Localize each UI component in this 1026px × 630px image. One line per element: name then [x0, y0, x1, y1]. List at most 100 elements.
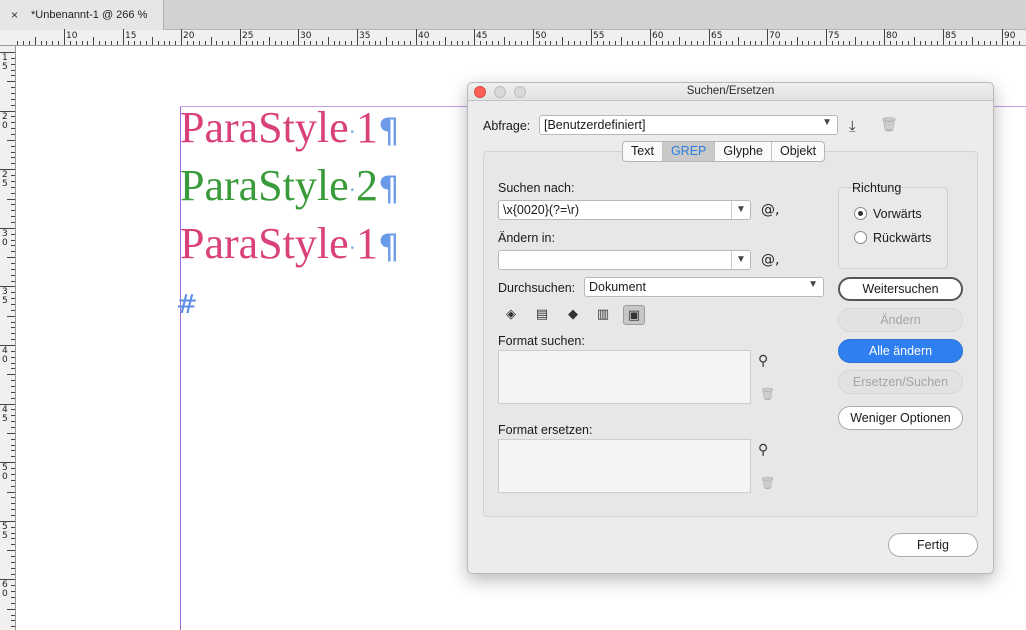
- delete-query-icon[interactable]: 🗑: [880, 117, 898, 133]
- ruler-tick: [11, 281, 15, 282]
- document-tab[interactable]: × *Unbenannt-1 @ 266 %: [0, 0, 164, 30]
- include-master-pages-icon[interactable]: ▥: [592, 305, 614, 325]
- chevron-down-icon[interactable]: ▼: [731, 251, 750, 269]
- include-hidden-layers-icon[interactable]: ◆: [562, 305, 584, 325]
- radio-backward-label[interactable]: Rückwärts: [873, 231, 931, 245]
- ruler-label: 3 5: [2, 287, 8, 306]
- done-button[interactable]: Fertig: [888, 533, 978, 557]
- ruler-tick: [11, 503, 15, 504]
- ruler-tick: [11, 351, 15, 352]
- text-line-1[interactable]: ParaStyle·1¶: [180, 103, 400, 157]
- fewer-options-button[interactable]: Weniger Optionen: [838, 406, 963, 430]
- find-type-tabs: Text GREP Glyphe Objekt: [622, 141, 826, 162]
- document-tab-title: *Unbenannt-1 @ 266 %: [31, 9, 148, 21]
- radio-forward[interactable]: [854, 207, 867, 220]
- ruler-tick: [11, 415, 15, 416]
- ruler-tick: [252, 41, 253, 45]
- special-characters-find-icon[interactable]: @,: [761, 202, 779, 218]
- ruler-label: 20: [183, 31, 195, 41]
- tab-object[interactable]: Objekt: [772, 142, 824, 161]
- dialog-titlebar[interactable]: Suchen/Ersetzen: [468, 83, 993, 101]
- direction-label: Richtung: [852, 181, 902, 195]
- ruler-label: 40: [418, 31, 430, 41]
- include-locked-layers-icon[interactable]: ◈: [500, 305, 522, 325]
- change-to-field[interactable]: ▼: [498, 250, 751, 270]
- search-scope-select[interactable]: Dokument ▼: [584, 277, 824, 297]
- ruler-tick: [11, 509, 15, 510]
- ruler-tick: [269, 37, 270, 45]
- ruler-tick: [586, 41, 587, 45]
- text-line-3[interactable]: ParaStyle·1¶: [180, 219, 400, 273]
- ruler-tick: [11, 515, 15, 516]
- change-find-button[interactable]: Ersetzen/Suchen: [838, 370, 963, 394]
- ruler-tick: [11, 626, 15, 627]
- vertical-ruler[interactable]: 1 5 2 0 2 5 3 0 3 5 4 0 4 5 5 0 5 5 6 0: [0, 46, 16, 630]
- ruler-tick: [785, 41, 786, 45]
- ruler-tick: [345, 41, 346, 45]
- change-button[interactable]: Ändern: [838, 308, 963, 332]
- line-number: 1: [355, 103, 378, 152]
- ruler-tick: [7, 433, 15, 434]
- ruler-label: 10: [66, 31, 78, 41]
- include-locked-stories-icon[interactable]: ▤: [531, 305, 553, 325]
- radio-backward[interactable]: [854, 231, 867, 244]
- ruler-tick: [11, 322, 15, 323]
- query-select[interactable]: [Benutzerdefiniert] ▼: [539, 115, 838, 135]
- ruler-label: 3 0: [2, 229, 8, 248]
- ruler-tick: [11, 427, 15, 428]
- ruler-tick: [744, 41, 745, 45]
- ruler-tick: [7, 81, 15, 82]
- save-query-icon[interactable]: ⤓: [849, 117, 856, 135]
- change-all-button[interactable]: Alle ändern: [838, 339, 963, 363]
- ruler-tick: [896, 41, 897, 45]
- ruler-tick: [691, 41, 692, 45]
- change-format-box[interactable]: [498, 439, 751, 493]
- special-characters-change-icon[interactable]: @,: [761, 252, 779, 268]
- ruler-tick: [7, 316, 15, 317]
- ruler-tick: [11, 591, 15, 592]
- ruler-label: 80: [886, 31, 898, 41]
- chevron-down-icon[interactable]: ▼: [731, 201, 750, 219]
- ruler-tick: [867, 41, 868, 45]
- specify-find-format-icon[interactable]: ⚲: [758, 353, 768, 369]
- ruler-tick: [984, 41, 985, 45]
- text-line-2[interactable]: ParaStyle·2¶: [180, 161, 400, 215]
- ruler-tick: [884, 29, 885, 45]
- ruler-tick: [339, 41, 340, 45]
- ruler-tick: [961, 41, 962, 45]
- ruler-tick: [7, 374, 15, 375]
- ruler-tick: [925, 41, 926, 45]
- ruler-tick: [11, 251, 15, 252]
- ruler-tick: [433, 41, 434, 45]
- ruler-tick: [328, 37, 329, 45]
- tab-text[interactable]: Text: [623, 142, 663, 161]
- close-tab-icon[interactable]: ×: [11, 8, 18, 22]
- specify-change-format-icon[interactable]: ⚲: [758, 442, 768, 458]
- find-next-button[interactable]: Weitersuchen: [838, 277, 963, 301]
- space-marker: ·: [348, 118, 356, 144]
- ruler-label: 35: [359, 31, 371, 41]
- ruler-tick: [35, 37, 36, 45]
- ruler-tick: [627, 41, 628, 45]
- ruler-tick: [11, 439, 15, 440]
- ruler-tick: [11, 304, 15, 305]
- search-scope-value: Dokument: [589, 280, 646, 294]
- ruler-tick: [11, 222, 15, 223]
- query-value: [Benutzerdefiniert]: [544, 118, 646, 132]
- tab-glyph[interactable]: Glyphe: [715, 142, 772, 161]
- ruler-tick: [310, 41, 311, 45]
- find-format-box[interactable]: [498, 350, 751, 404]
- ruler-tick: [832, 41, 833, 45]
- ruler-tick: [99, 41, 100, 45]
- ruler-tick: [709, 29, 710, 45]
- horizontal-ruler[interactable]: 10 15 20 25 30 35 40 45 50 55 60 65 70 75 80 85 90: [0, 29, 1026, 46]
- ruler-tick: [11, 620, 15, 621]
- ruler-tick: [11, 398, 15, 399]
- radio-forward-label[interactable]: Vorwärts: [873, 207, 922, 221]
- ruler-tick: [117, 41, 118, 45]
- tab-grep[interactable]: GREP: [662, 142, 716, 161]
- find-what-field[interactable]: \x{0020}(?=\r) ▼: [498, 200, 751, 220]
- ruler-tick: [920, 41, 921, 45]
- include-footnotes-icon[interactable]: ▣: [623, 305, 645, 325]
- ruler-tick: [11, 527, 15, 528]
